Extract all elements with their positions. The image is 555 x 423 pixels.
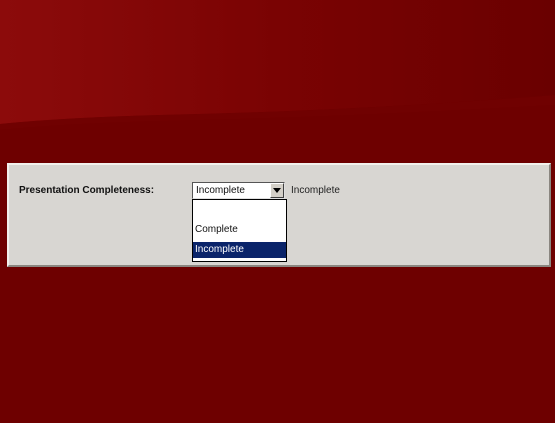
chevron-down-icon xyxy=(273,188,281,193)
completeness-dropdown-list: Complete Incomplete xyxy=(192,199,287,262)
dropdown-option-complete[interactable]: Complete xyxy=(193,222,286,238)
completeness-status-text: Incomplete xyxy=(291,185,340,196)
dropdown-button[interactable] xyxy=(270,183,284,198)
completeness-select-value: Incomplete xyxy=(196,185,245,196)
dropdown-option-incomplete[interactable]: Incomplete xyxy=(193,242,286,258)
presentation-completeness-label: Presentation Completeness: xyxy=(19,185,155,196)
completeness-select[interactable]: Incomplete xyxy=(192,182,285,199)
dropdown-option-blank[interactable] xyxy=(193,204,286,220)
form-panel: Presentation Completeness: Incomplete In… xyxy=(7,163,551,267)
